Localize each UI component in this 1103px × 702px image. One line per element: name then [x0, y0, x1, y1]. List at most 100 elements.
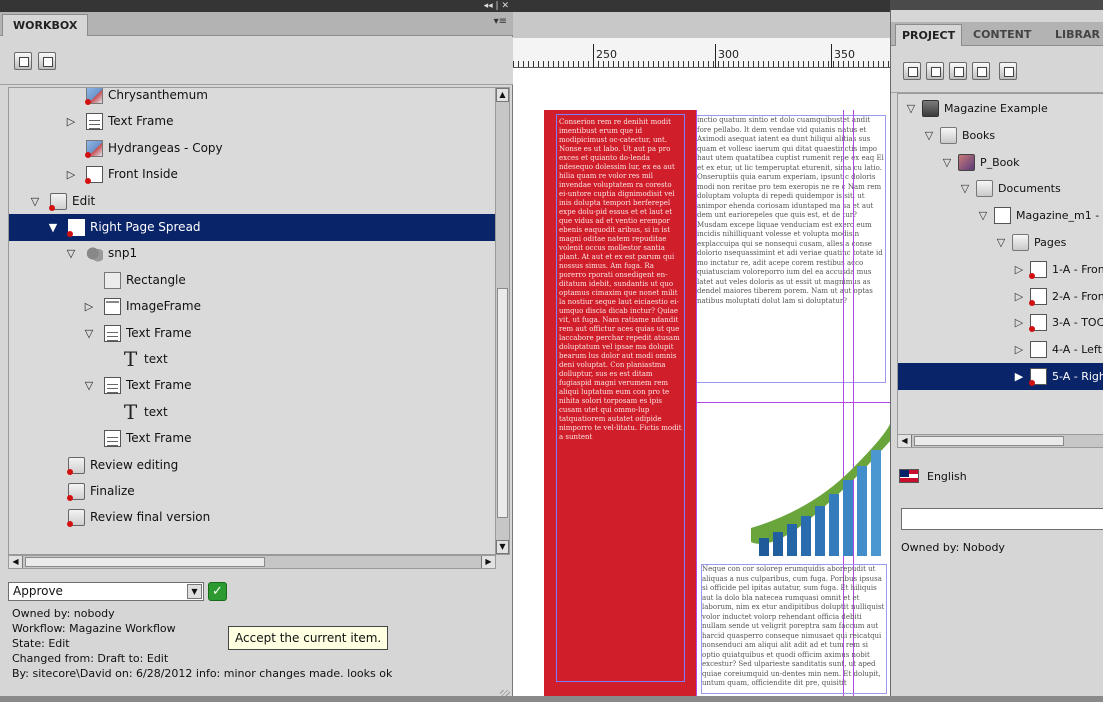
project-tree-item[interactable]: ▷ 4-A - Left P [898, 336, 1103, 363]
top-text-frame[interactable]: inctio quatum sintio et dolo cuamquibust… [696, 115, 886, 383]
tree-item[interactable]: ▽ snp1 [9, 240, 497, 267]
scroll-right-arrow-icon[interactable]: ▶ [481, 556, 495, 568]
tree-item[interactable]: Ttext [9, 346, 497, 373]
text-frame-icon [86, 113, 103, 131]
tree-item[interactable]: Text Frame [9, 425, 497, 452]
expand-toggle-icon[interactable]: ▽ [82, 372, 96, 399]
tree-item[interactable]: Ttext [9, 399, 497, 426]
tree-item[interactable]: Finalize [9, 478, 497, 505]
project-tabbar: PROJECT CONTENT LIBRAR [891, 22, 1103, 46]
tree-item[interactable]: Hydrangeas - Copy [9, 135, 497, 162]
growth-chart-image[interactable] [751, 410, 890, 562]
project-tree-item[interactable]: ▶ 5-A - Right [898, 363, 1103, 390]
owned-by-text: Owned by: nobody [12, 607, 115, 620]
project-tree-item-label: Books [962, 128, 996, 142]
text-icon: T [123, 347, 138, 371]
expand-toggle-icon[interactable]: ▽ [994, 229, 1008, 256]
project-tree-item[interactable]: ▽ Magazine Example [898, 95, 1103, 122]
expand-toggle-icon[interactable]: ▽ [904, 95, 918, 122]
scroll-thumb[interactable] [914, 436, 1064, 446]
tree-item[interactable]: ▼ Right Page Spread [9, 214, 497, 241]
tree-item[interactable]: Review editing [9, 452, 497, 479]
document-canvas[interactable]: 250 300 350 Conserion rem re denihit mod… [513, 0, 890, 702]
tree-item[interactable]: ▽ Text Frame [9, 372, 497, 399]
refresh-icon[interactable] [999, 62, 1017, 80]
expand-toggle-icon[interactable]: ▷ [64, 108, 78, 135]
project-tree-item[interactable]: ▽ Books [898, 122, 1103, 149]
save-icon[interactable] [926, 62, 944, 80]
tab-project[interactable]: PROJECT [895, 24, 963, 46]
page-icon [1029, 260, 1047, 279]
tooltip: Accept the current item. [228, 626, 389, 650]
workflow-text: Workflow: Magazine Workflow [12, 622, 176, 635]
expand-toggle-icon[interactable]: ▽ [940, 149, 954, 176]
chart-bar [773, 532, 783, 556]
scroll-left-arrow-icon[interactable]: ◀ [898, 435, 912, 447]
expand-toggle-icon[interactable]: ▽ [976, 202, 990, 229]
project-tree-item[interactable]: ▷ 2-A - Front [898, 283, 1103, 310]
tree-item[interactable]: Chrysanthemum [9, 88, 497, 109]
panel-menu-icon[interactable]: ▾≡ [494, 16, 507, 27]
expand-toggle-icon[interactable]: ▷ [1012, 309, 1026, 336]
tree-item[interactable]: ▷ ImageFrame [9, 293, 497, 320]
project-tree-item[interactable]: ▽ Documents [898, 175, 1103, 202]
tree-item[interactable]: ▷ Front Inside [9, 161, 497, 188]
scroll-thumb[interactable] [497, 288, 508, 518]
expand-toggle-icon[interactable]: ▼ [46, 214, 60, 241]
tree-item[interactable]: Rectangle [9, 267, 497, 294]
open-icon[interactable] [903, 62, 921, 80]
tree-item[interactable]: ▽ Edit [9, 188, 497, 215]
tree-horizontal-scrollbar[interactable]: ◀ ▶ [8, 555, 496, 569]
expand-toggle-icon[interactable]: ▷ [1012, 256, 1026, 283]
workflow-command-select[interactable]: Approve ▼ [8, 582, 204, 601]
project-tree-item[interactable]: ▽ Magazine_m1 - N [898, 202, 1103, 229]
tree-item-label: snp1 [108, 246, 138, 261]
tree-item[interactable]: ▽ Text Frame [9, 320, 497, 347]
expand-toggle-icon[interactable]: ▽ [922, 122, 936, 149]
scroll-left-arrow-icon[interactable]: ◀ [9, 556, 23, 568]
expand-toggle-icon[interactable]: ▽ [64, 240, 78, 267]
expand-toggle-icon[interactable]: ▷ [82, 293, 96, 320]
open-item-icon[interactable] [14, 52, 32, 70]
expand-toggle-icon[interactable]: ▽ [82, 320, 96, 347]
project-field[interactable] [901, 508, 1103, 530]
project-tree-item[interactable]: ▽ P_Book [898, 149, 1103, 176]
scroll-down-arrow-icon[interactable]: ▼ [496, 540, 509, 554]
tree-item[interactable]: ▷ Text Frame [9, 108, 497, 135]
expand-toggle-icon[interactable]: ▽ [28, 188, 42, 215]
project-tree-item[interactable]: ▷ 1-A - Front [898, 256, 1103, 283]
text-frame-outline: Conserion rem re denihit modit imentibus… [556, 114, 685, 682]
checkmark-icon[interactable]: ✓ [208, 582, 227, 601]
dropdown-arrow-icon[interactable]: ▼ [187, 584, 202, 599]
rectangle-icon [104, 271, 121, 289]
expand-toggle-icon[interactable]: ▷ [1012, 283, 1026, 310]
project-tree-item[interactable]: ▷ 3-A - TOC [898, 309, 1103, 336]
red-text-column[interactable]: Conserion rem re denihit modit imentibus… [544, 110, 697, 702]
collapse-close-icon[interactable]: ◂◂ | ✕ [484, 0, 509, 12]
scroll-up-arrow-icon[interactable]: ▲ [496, 88, 509, 102]
expand-toggle-icon[interactable]: ▷ [1012, 336, 1026, 363]
bottom-text-frame[interactable]: Neque con cor solorep erumquidis aborepu… [701, 564, 887, 694]
export-icon[interactable] [949, 62, 967, 80]
bottom-strip [0, 696, 1103, 702]
import-icon[interactable] [972, 62, 990, 80]
refresh-icon[interactable] [38, 52, 56, 70]
tree-vertical-scrollbar[interactable]: ▲ ▼ [495, 88, 509, 554]
tree-item[interactable]: Review final version [9, 504, 497, 531]
project-tree: ▽ Magazine Example ▽ Books ▽ P_Book ▽ Documents… [897, 93, 1103, 435]
tab-workbox[interactable]: WORKBOX [2, 14, 89, 36]
tab-library[interactable]: LIBRAR [1049, 24, 1103, 46]
expand-toggle-icon[interactable]: ▽ [958, 175, 972, 202]
expand-toggle-icon[interactable]: ▷ [64, 161, 78, 188]
expand-toggle-icon[interactable]: ▶ [1012, 363, 1026, 390]
status-dot-icon [1029, 299, 1035, 306]
text-frame-icon [104, 324, 121, 342]
tab-content[interactable]: CONTENT [967, 24, 1037, 46]
project-tree-item[interactable]: ▽ Pages [898, 229, 1103, 256]
scroll-thumb[interactable] [25, 557, 265, 567]
workbox-tabbar: WORKBOX ▾≡ [0, 12, 513, 36]
project-horizontal-scrollbar[interactable]: ◀ [897, 434, 1103, 448]
